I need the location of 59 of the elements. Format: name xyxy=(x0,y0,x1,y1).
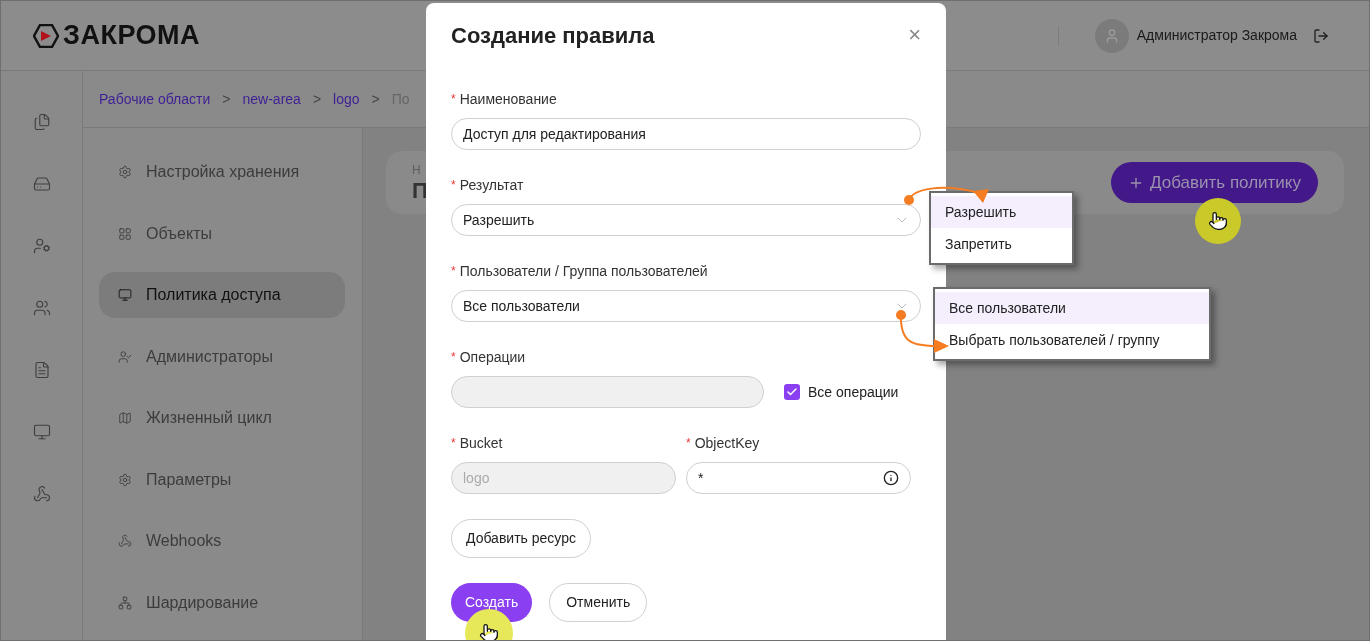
field-label: ObjectKey xyxy=(694,433,760,453)
webhook-icon xyxy=(118,534,132,548)
map-icon xyxy=(118,411,132,425)
breadcrumb-separator: > xyxy=(371,89,380,109)
annotation-arrow xyxy=(894,308,950,354)
network-icon xyxy=(118,595,132,610)
breadcrumb-item[interactable]: logo xyxy=(333,88,360,110)
required-mark: * xyxy=(686,435,691,452)
field-label: Наименование xyxy=(459,89,557,109)
document-icon[interactable] xyxy=(32,361,51,379)
logo-icon xyxy=(33,23,59,48)
gear-icon xyxy=(118,472,132,487)
grid-icon xyxy=(118,226,132,241)
nav-item[interactable]: Параметры xyxy=(99,456,345,503)
logout-icon[interactable] xyxy=(1313,27,1329,44)
modal-title: Создание правила xyxy=(451,21,655,50)
users-icon[interactable] xyxy=(32,299,51,317)
dropdown-option[interactable]: Запретить xyxy=(931,228,1072,260)
user-check-icon xyxy=(118,349,132,364)
dropdown-option[interactable]: Разрешить xyxy=(931,196,1072,228)
required-mark: * xyxy=(451,177,456,194)
nav-item[interactable]: Шардирование xyxy=(99,579,345,626)
dropdown-option[interactable]: Все пользователи xyxy=(935,292,1209,324)
add-policy-button[interactable]: Добавить политику xyxy=(1111,162,1318,203)
required-mark: * xyxy=(451,263,456,280)
hand-cursor-icon xyxy=(1208,211,1228,231)
nav-item[interactable]: Администраторы xyxy=(99,333,345,380)
field-label: Bucket xyxy=(459,433,503,453)
drive-icon[interactable] xyxy=(32,175,51,193)
card-title: П xyxy=(412,179,428,202)
nav-item[interactable]: Объекты xyxy=(99,210,345,257)
input-field[interactable]: * xyxy=(686,462,911,494)
monitor-icon[interactable] xyxy=(32,423,51,441)
nav-item[interactable]: Настройка хранения xyxy=(99,149,345,195)
field-label: Результат xyxy=(459,175,524,195)
gear-icon xyxy=(118,165,132,179)
required-mark: * xyxy=(451,349,456,366)
logo-text: ЗАКРОМА xyxy=(63,19,201,53)
hand-cursor-icon xyxy=(479,623,499,640)
breadcrumb-separator: > xyxy=(312,89,322,109)
required-mark: * xyxy=(451,91,456,108)
files-icon[interactable] xyxy=(32,113,51,131)
field-label: Пользователи / Группа пользователей xyxy=(459,261,708,281)
close-button[interactable]: × xyxy=(908,24,921,46)
breadcrumb-item[interactable]: new-area xyxy=(242,88,301,110)
nav-item[interactable]: Жизненный цикл xyxy=(99,395,345,441)
breadcrumb-separator: > xyxy=(222,89,231,109)
user-gear-icon[interactable] xyxy=(32,237,51,255)
info-icon xyxy=(883,470,899,486)
check-icon xyxy=(786,386,798,398)
breadcrumb-item[interactable]: Рабочие области xyxy=(99,88,211,110)
required-mark: * xyxy=(451,435,456,452)
nav-item[interactable]: Политика доступа xyxy=(99,272,345,318)
nav-item[interactable]: Webhooks xyxy=(99,518,345,564)
field-label: Операции xyxy=(459,347,526,367)
dropdown-option[interactable]: Выбрать пользователей / группу xyxy=(935,324,1209,356)
webhook-icon[interactable] xyxy=(32,485,51,503)
monitor-icon xyxy=(118,288,132,302)
user-name[interactable]: Администратор Закрома xyxy=(1136,25,1297,46)
